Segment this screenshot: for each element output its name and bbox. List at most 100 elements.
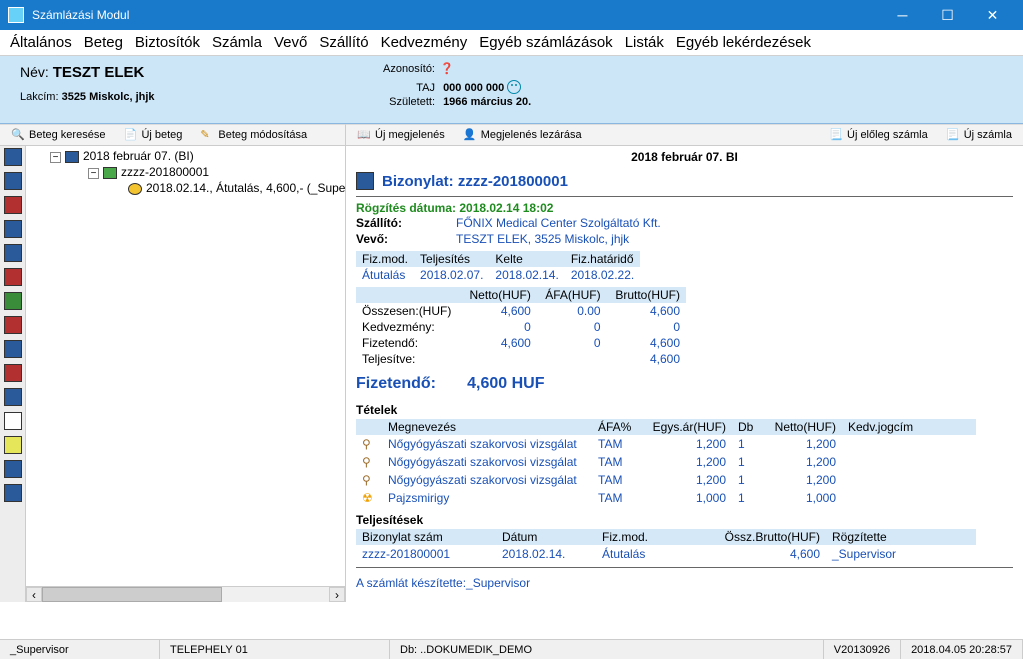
- menu-vevo[interactable]: Vevő: [268, 32, 313, 53]
- items-title: Tételek: [346, 399, 1023, 417]
- menu-egyeb-lekerdezesek[interactable]: Egyéb lekérdezések: [670, 32, 817, 53]
- side-icon[interactable]: [4, 340, 22, 358]
- minimize-button[interactable]: ─: [880, 0, 925, 30]
- col-netto2: Netto(HUF): [762, 419, 842, 435]
- items-table: Megnevezés ÁFA% Egys.ár(HUF) Db Netto(HU…: [346, 417, 1023, 509]
- side-icon[interactable]: [4, 436, 22, 454]
- menu-beteg[interactable]: Beteg: [78, 32, 129, 53]
- teljesitesek-title: Teljesítések: [346, 509, 1023, 527]
- menu-listak[interactable]: Listák: [619, 32, 670, 53]
- collapse-icon[interactable]: −: [88, 168, 99, 179]
- tree-node-date[interactable]: − 2018 február 07. (BI): [30, 148, 341, 164]
- status-site: TELEPHELY 01: [160, 640, 390, 659]
- left-toolbar: Beteg keresése Új beteg Beteg módosítása: [0, 124, 346, 146]
- col-afapercent: ÁFA%: [592, 419, 642, 435]
- item-netto: 1,000: [762, 489, 842, 507]
- status-db: Db: ..DOKUMEDIK_DEMO: [390, 640, 824, 659]
- tree-node-label: 2018 február 07. (BI): [83, 149, 194, 163]
- tree-node-invoice[interactable]: − zzzz-201800001: [30, 164, 341, 180]
- maximize-button[interactable]: ☐: [925, 0, 970, 30]
- item-qty: 1: [732, 489, 762, 507]
- menu-altalanos[interactable]: Általános: [4, 32, 78, 53]
- val-telj: 2018.02.07.: [414, 267, 489, 283]
- item-netto: 1,200: [762, 435, 842, 453]
- col-telj: Teljesítés: [414, 251, 489, 267]
- side-icon[interactable]: [4, 364, 22, 382]
- big-payable: Fizetendő: 4,600 HUF: [346, 369, 1023, 399]
- col-fizmod2: Fiz.mod.: [596, 529, 716, 545]
- patient-taj-label: TAJ: [380, 82, 435, 94]
- side-icon[interactable]: [4, 484, 22, 502]
- patient-name: TESZT ELEK: [53, 64, 145, 81]
- collapse-icon[interactable]: −: [50, 152, 61, 163]
- item-afa: TAM: [592, 435, 642, 453]
- tree-node-payment[interactable]: 2018.02.14., Átutalás, 4,600,- (_Supervi…: [30, 180, 341, 196]
- status-version: V20130926: [824, 640, 901, 659]
- side-icon[interactable]: [4, 172, 22, 190]
- side-icon[interactable]: [4, 388, 22, 406]
- item-name: Nőgyógyászati szakorvosi vizsgálat: [382, 435, 592, 453]
- tree-hscrollbar[interactable]: ‹›: [26, 586, 345, 602]
- close-appearance-button[interactable]: Megjelenés lezárása: [456, 126, 589, 144]
- side-icon[interactable]: [4, 460, 22, 478]
- new-advance-invoice-button[interactable]: Új előleg számla: [822, 126, 935, 144]
- item-unitprice: 1,200: [642, 435, 732, 453]
- created-by: A számlát készítette:_Supervisor: [346, 570, 1023, 596]
- tree-node-label: zzzz-201800001: [121, 165, 209, 179]
- item-name: Nőgyógyászati szakorvosi vizsgálat: [382, 453, 592, 471]
- side-icon[interactable]: [4, 220, 22, 238]
- patient-info-bar: Név: TESZT ELEK Lakcím: 3525 Miskolc, jh…: [0, 56, 1023, 124]
- side-icon[interactable]: [4, 316, 22, 334]
- item-afa: TAM: [592, 453, 642, 471]
- menu-kedvezmeny[interactable]: Kedvezmény: [375, 32, 474, 53]
- item-qty: 1: [732, 435, 762, 453]
- item-unitprice: 1,200: [642, 453, 732, 471]
- item-row: Pajzsmirigy TAM 1,000 1 1,000: [356, 489, 976, 507]
- right-toolbar: Új megjelenés Megjelenés lezárása Új elő…: [346, 124, 1023, 146]
- med-icon: [362, 455, 376, 469]
- menu-egyeb-szamlazasok[interactable]: Egyéb számlázások: [473, 32, 618, 53]
- menu-szamla[interactable]: Számla: [206, 32, 268, 53]
- col-egysegar: Egys.ár(HUF): [642, 419, 732, 435]
- user-icon: [463, 128, 477, 142]
- col-hatarido: Fiz.határidő: [565, 251, 640, 267]
- search-icon: [11, 128, 25, 142]
- val-datum: 2018.02.14.: [496, 545, 596, 563]
- menu-szallito[interactable]: Szállító: [313, 32, 374, 53]
- new-appearance-button[interactable]: Új megjelenés: [350, 126, 452, 144]
- val-hatarido: 2018.02.22.: [565, 267, 640, 283]
- smile-icon: [507, 80, 521, 94]
- side-icon[interactable]: [4, 268, 22, 286]
- document-tree[interactable]: − 2018 február 07. (BI) − zzzz-201800001 2…: [26, 146, 346, 602]
- search-patient-button[interactable]: Beteg keresése: [4, 126, 112, 144]
- menu-biztositok[interactable]: Biztosítók: [129, 32, 206, 53]
- side-icon[interactable]: [4, 412, 22, 430]
- close-button[interactable]: ✕: [970, 0, 1015, 30]
- item-unitprice: 1,200: [642, 471, 732, 489]
- new-patient-icon: [123, 128, 137, 142]
- patient-name-row: Név: TESZT ELEK: [20, 64, 155, 81]
- patient-id-label: Azonosító:: [380, 63, 435, 75]
- side-icon[interactable]: [4, 292, 22, 310]
- item-unitprice: 1,000: [642, 489, 732, 507]
- val-bizonylatszam: zzzz-201800001: [356, 545, 496, 563]
- patient-id-icon: ❓: [440, 63, 454, 75]
- new-invoice-icon: [946, 128, 960, 142]
- item-netto: 1,200: [762, 453, 842, 471]
- col-brutto: Brutto(HUF): [607, 287, 686, 303]
- edit-icon: [200, 128, 214, 142]
- patient-born-label: Született:: [380, 96, 435, 108]
- new-invoice-button[interactable]: Új számla: [939, 126, 1019, 144]
- side-icon[interactable]: [4, 148, 22, 166]
- val-rogzitette: _Supervisor: [826, 545, 976, 563]
- side-icon[interactable]: [4, 244, 22, 262]
- rad-icon: [362, 491, 376, 505]
- window-titlebar: Számlázási Modul ─ ☐ ✕: [0, 0, 1023, 30]
- new-patient-button[interactable]: Új beteg: [116, 126, 189, 144]
- patient-name-label: Név:: [20, 64, 49, 80]
- big-payable-value: 4,600 HUF: [467, 375, 544, 392]
- edit-patient-button[interactable]: Beteg módosítása: [193, 126, 314, 144]
- item-row: Nőgyógyászati szakorvosi vizsgálat TAM 1…: [356, 453, 976, 471]
- status-timestamp: 2018.04.05 20:28:57: [901, 640, 1023, 659]
- side-icon[interactable]: [4, 196, 22, 214]
